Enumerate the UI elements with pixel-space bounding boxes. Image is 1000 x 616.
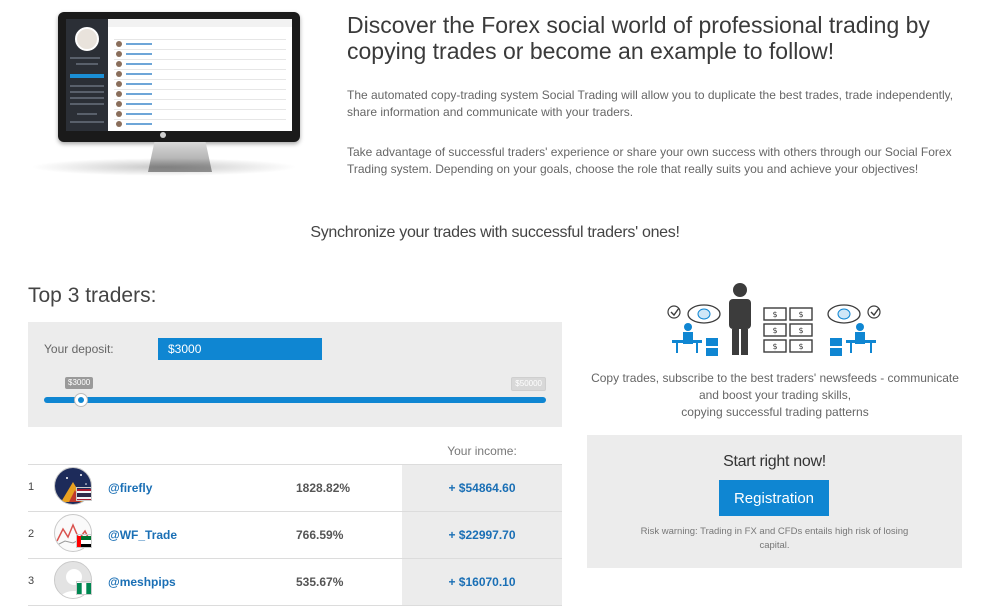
deposit-input[interactable]	[158, 338, 322, 360]
screen-link	[126, 93, 152, 95]
check-icon	[667, 305, 681, 319]
screen-user-dot	[116, 101, 122, 107]
trader-at-desk-icon	[672, 323, 718, 356]
trader-income: + $22997.70	[402, 512, 562, 558]
screen-row	[114, 109, 286, 110]
table-row: 2 @WF_Trade 766.59% + $22997.70	[28, 511, 562, 558]
monitor-shadow	[30, 158, 298, 176]
screen-link	[126, 123, 152, 125]
copy-text-line: Copy trades, subscribe to the best trade…	[591, 371, 959, 385]
screen-link	[126, 53, 152, 55]
slider-min-label: $3000	[65, 377, 94, 389]
income-header: Your income:	[447, 444, 517, 458]
screen-link	[126, 63, 152, 65]
uae-flag-icon	[76, 534, 92, 548]
screen-line	[70, 97, 104, 99]
sync-tagline: Synchronize your trades with successful …	[310, 224, 680, 241]
trader-percent: 766.59%	[296, 528, 344, 542]
start-now-panel: Start right now! Registration Risk warni…	[587, 435, 962, 568]
trader-at-desk-icon	[830, 323, 876, 356]
screen-user-dot	[116, 71, 122, 77]
screen-line	[76, 63, 98, 65]
deposit-calculator: Your deposit: $3000 $50000	[28, 322, 562, 427]
hero-paragraph-1: The automated copy-trading system Social…	[347, 88, 954, 119]
trader-rank: 1	[28, 481, 35, 493]
trader-income: + $54864.60	[402, 465, 562, 511]
screen-row	[114, 89, 286, 90]
screen-link	[126, 83, 152, 85]
screen-user-dot	[116, 81, 122, 87]
screen-link	[126, 73, 152, 75]
screen-user-dot	[116, 91, 122, 97]
table-row: 1 @firefly 1828.82% + $54864.60	[28, 464, 562, 511]
svg-text:$: $	[798, 326, 803, 335]
screen-link	[126, 113, 152, 115]
screen-sidebar	[66, 19, 108, 131]
hero-title: Discover the Forex social world of profe…	[347, 12, 930, 64]
svg-text:$: $	[772, 310, 777, 319]
screen-line	[70, 121, 104, 123]
screen-row	[114, 99, 286, 100]
screen-link	[126, 103, 152, 105]
trader-nick-link[interactable]: @firefly	[108, 481, 152, 495]
deposit-slider-track[interactable]	[44, 397, 546, 403]
svg-text:$: $	[772, 326, 777, 335]
trader-income: + $16070.10	[402, 559, 562, 605]
start-now-title: Start right now!	[723, 453, 826, 470]
trader-nick-link[interactable]: @meshpips	[108, 575, 176, 589]
person-icon	[729, 283, 751, 355]
svg-text:$: $	[772, 342, 777, 351]
trader-percent: 1828.82%	[296, 481, 351, 495]
check-icon	[867, 305, 881, 319]
table-row: 3 @meshpips 535.67% + $16070.10	[28, 558, 562, 606]
money-stack-icon	[763, 307, 813, 353]
trader-nick-link[interactable]: @WF_Trade	[108, 528, 177, 542]
monitor-screen	[66, 19, 292, 131]
screen-line	[70, 91, 104, 93]
top-traders-table: 1 @firefly 1828.82% + $54864.60 2 @WF_Tr…	[28, 464, 562, 606]
speech-bubble-icon	[827, 304, 861, 324]
screen-row	[114, 49, 286, 50]
screen-line	[70, 85, 104, 87]
screen-user-dot	[116, 41, 122, 47]
screen-line	[77, 113, 97, 115]
trader-percent: 535.67%	[296, 575, 344, 589]
risk-warning: Risk warning: Trading in FX and CFDs ent…	[640, 526, 909, 551]
copy-text-line: copying successful trading patterns	[681, 405, 869, 419]
screen-avatar	[75, 27, 99, 51]
trader-rank: 3	[28, 575, 35, 587]
deposit-slider-handle[interactable]	[74, 393, 88, 407]
screen-row	[114, 59, 286, 60]
monitor-illustration	[30, 8, 300, 176]
screen-user-dot	[116, 51, 122, 57]
slider-max-label: $50000	[511, 377, 546, 391]
screen-user-dot	[116, 111, 122, 117]
trader-rank: 2	[28, 528, 35, 540]
screen-button	[70, 74, 104, 78]
monitor-bezel	[58, 12, 300, 142]
screen-row	[114, 69, 286, 70]
screen-line	[70, 57, 100, 59]
top-traders-title: Top 3 traders:	[28, 284, 157, 307]
copy-text-line: and boost your trading skills,	[698, 388, 852, 402]
deposit-label: Your deposit:	[44, 342, 114, 356]
screen-row	[114, 79, 286, 80]
nigeria-flag-icon	[76, 581, 92, 595]
screen-line	[70, 103, 104, 105]
screen-row	[114, 119, 286, 120]
screen-header	[108, 19, 292, 27]
thailand-flag-icon	[76, 487, 92, 501]
screen-link	[126, 43, 152, 45]
copy-trades-description: Copy trades, subscribe to the best trade…	[588, 370, 962, 421]
svg-text:$: $	[798, 342, 803, 351]
screen-user-dot	[116, 121, 122, 127]
copy-trading-illustration: $ $ $ $ $ $	[666, 282, 882, 358]
hero-paragraph-2: Take advantage of successful traders' ex…	[347, 145, 952, 176]
screen-user-dot	[116, 61, 122, 67]
svg-text:$: $	[798, 310, 803, 319]
registration-button[interactable]: Registration	[719, 480, 829, 516]
apple-logo-icon	[160, 132, 166, 138]
screen-row	[114, 39, 286, 40]
speech-bubble-icon	[687, 304, 721, 324]
